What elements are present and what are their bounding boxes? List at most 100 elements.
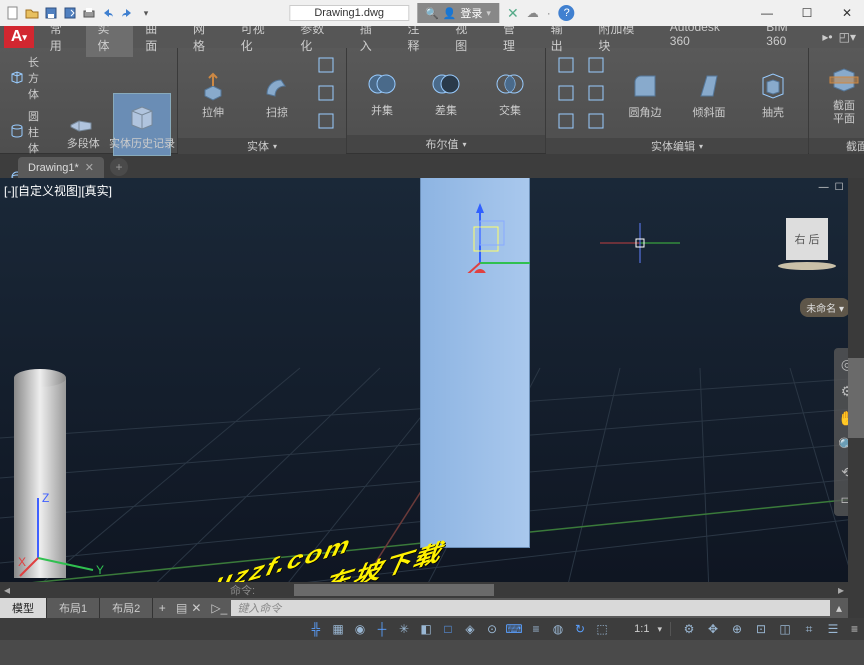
edit-tool-icon[interactable] — [552, 108, 580, 134]
ribbon-button-large[interactable]: 拉伸 — [184, 63, 242, 124]
edit-tool-icon[interactable] — [552, 52, 580, 78]
cmd-menu-icon[interactable]: ▤ — [176, 601, 187, 615]
qat-redo-icon[interactable] — [118, 4, 136, 22]
cmd-close-icon[interactable]: ✕ — [191, 601, 201, 615]
ortho-icon[interactable]: ┼ — [372, 620, 392, 638]
extrude-icon — [194, 67, 232, 105]
otrack-icon[interactable]: ⊙ — [482, 620, 502, 638]
app-logo-icon[interactable]: A▾ — [4, 26, 34, 48]
ann-vis-icon[interactable]: ⊕ — [727, 620, 747, 638]
close-button[interactable]: ✕ — [834, 3, 860, 23]
ribbon-button-large[interactable]: 多段体 — [60, 94, 107, 155]
3dosnap-icon[interactable]: ◈ — [460, 620, 480, 638]
sweep-icon — [258, 67, 296, 105]
title-bar: ▾ Drawing1.dwg 🔍 👤 登录 ▾ ✕ ☁ · ? — ☐ ✕ — [0, 0, 864, 26]
horizontal-scrollbar[interactable]: ◂ ▸ — [0, 582, 848, 598]
qat-save-icon[interactable] — [42, 4, 60, 22]
ribbon-button[interactable]: 长方体 — [6, 52, 54, 104]
3dsnap-icon[interactable]: ⬚ — [592, 620, 612, 638]
ribbon-overflow-icon[interactable]: ▸• — [822, 30, 832, 44]
cycle-icon[interactable]: ↻ — [570, 620, 590, 638]
viewport-3d[interactable]: [-][自定义视图][真实] — ☐ ✕ uzzf.com 东坡下载 Z Y X… — [0, 178, 864, 618]
vp-maximize-icon[interactable]: ☐ — [835, 182, 844, 193]
named-view-pill[interactable]: 未命名 ▾ — [800, 298, 850, 317]
cmd-recent-icon[interactable]: ▴ — [830, 601, 848, 615]
vertical-scrollbar[interactable] — [848, 178, 864, 618]
scale-dropdown-icon[interactable]: ▾ — [657, 624, 662, 635]
ribbon-button-large[interactable]: 抽壳 — [744, 63, 802, 124]
qat-open-icon[interactable] — [23, 4, 41, 22]
new-file-tab-button[interactable]: + — [110, 158, 128, 176]
ribbon-button-large[interactable]: 交集 — [481, 61, 539, 122]
viewcube[interactable]: 右 后 — [778, 218, 836, 276]
edit-tool-icon[interactable] — [582, 52, 610, 78]
layout-tab[interactable]: 布局2 — [100, 598, 153, 618]
title-search-box[interactable]: 🔍 👤 登录 ▾ — [417, 3, 499, 23]
svg-text:X: X — [18, 555, 26, 569]
edit-tool-icon[interactable] — [552, 80, 580, 106]
history-icon — [123, 98, 161, 136]
iso-icon[interactable]: ◧ — [416, 620, 436, 638]
clean-icon[interactable]: ⌗ — [799, 620, 819, 638]
lwt-icon[interactable]: ≡ — [526, 620, 546, 638]
extra-tool-icon[interactable] — [312, 52, 340, 78]
login-label[interactable]: 登录 — [460, 5, 482, 21]
ribbon-button-large[interactable]: 圆角边 — [616, 63, 674, 124]
edit-tool-icon[interactable] — [582, 108, 610, 134]
ribbon-button-large[interactable]: 倾斜面 — [680, 63, 738, 124]
ribbon-button-large[interactable]: 并集 — [353, 61, 411, 122]
trans-icon[interactable]: ◍ — [548, 620, 568, 638]
edit-tool-icon[interactable] — [582, 80, 610, 106]
cylinder-icon — [10, 124, 24, 141]
qat-saveas-icon[interactable] — [61, 4, 79, 22]
ribbon-button[interactable]: 圆柱体 — [6, 106, 54, 158]
workspace-icon[interactable]: ⚙ — [679, 620, 699, 638]
ribbon-button-large[interactable]: 差集 — [417, 61, 475, 122]
extra-tool-icon[interactable] — [312, 108, 340, 134]
ucs-icon[interactable]: Z Y X — [18, 488, 108, 578]
viewcube-face-label[interactable]: 右 后 — [786, 218, 828, 260]
annoscale-icon[interactable]: ✥ — [703, 620, 723, 638]
command-line[interactable]: ▤ ✕ ▷_ 键入命令 ▴ — [170, 598, 848, 618]
model-icon[interactable]: ╬ — [306, 620, 326, 638]
qat-plot-icon[interactable] — [80, 4, 98, 22]
grid-icon[interactable]: ▦ — [328, 620, 348, 638]
vp-minimize-icon[interactable]: — — [819, 182, 829, 193]
quick-access-toolbar: ▾ — [0, 4, 155, 22]
a360-icon[interactable]: ☁ — [527, 6, 539, 20]
status-customize-icon[interactable]: ≡ — [851, 622, 858, 636]
panel-title: 实体编辑▾ — [546, 138, 808, 154]
minimize-button[interactable]: — — [754, 3, 780, 23]
ribbon-button-large[interactable]: 截面 平面 — [815, 56, 864, 130]
viewport-label[interactable]: [-][自定义视图][真实] — [4, 182, 112, 199]
ribbon-button-large[interactable]: 实体历史记录 — [113, 93, 171, 156]
command-history: 命令: — [230, 582, 255, 598]
layout-add-button[interactable]: + — [153, 598, 171, 618]
fillet-icon — [626, 67, 664, 105]
qat-new-icon[interactable] — [4, 4, 22, 22]
hw-icon[interactable]: ⊡ — [751, 620, 771, 638]
subtract-icon — [427, 65, 465, 103]
qat-undo-icon[interactable] — [99, 4, 117, 22]
extra-tool-icon[interactable] — [312, 80, 340, 106]
osnap-icon[interactable]: □ — [438, 620, 458, 638]
layout-tab[interactable]: 布局1 — [47, 598, 100, 618]
isolate-icon[interactable]: ◫ — [775, 620, 795, 638]
exchange-icon[interactable]: ✕ — [507, 5, 519, 22]
dyn-icon[interactable]: ⌨ — [504, 620, 524, 638]
ribbon-collapse-icon[interactable]: ◰▾ — [839, 30, 856, 44]
ribbon-button-large[interactable]: 扫掠 — [248, 63, 306, 124]
layout-tab[interactable]: 模型 — [0, 598, 47, 618]
qat-more-icon[interactable]: ▾ — [137, 4, 155, 22]
polysolid-icon — [64, 98, 102, 136]
command-input[interactable]: 键入命令 — [231, 600, 830, 616]
help-icon[interactable]: ? — [559, 5, 575, 21]
polar-icon[interactable]: ✳ — [394, 620, 414, 638]
snap-icon[interactable]: ◉ — [350, 620, 370, 638]
file-tab-close-icon[interactable]: ✕ — [85, 161, 94, 174]
file-tab[interactable]: Drawing1* ✕ — [18, 157, 104, 178]
maximize-button[interactable]: ☐ — [794, 3, 820, 23]
scale-display[interactable]: 1:1 — [634, 623, 649, 635]
custom-icon[interactable]: ☰ — [823, 620, 843, 638]
move-gizmo[interactable] — [460, 203, 530, 273]
